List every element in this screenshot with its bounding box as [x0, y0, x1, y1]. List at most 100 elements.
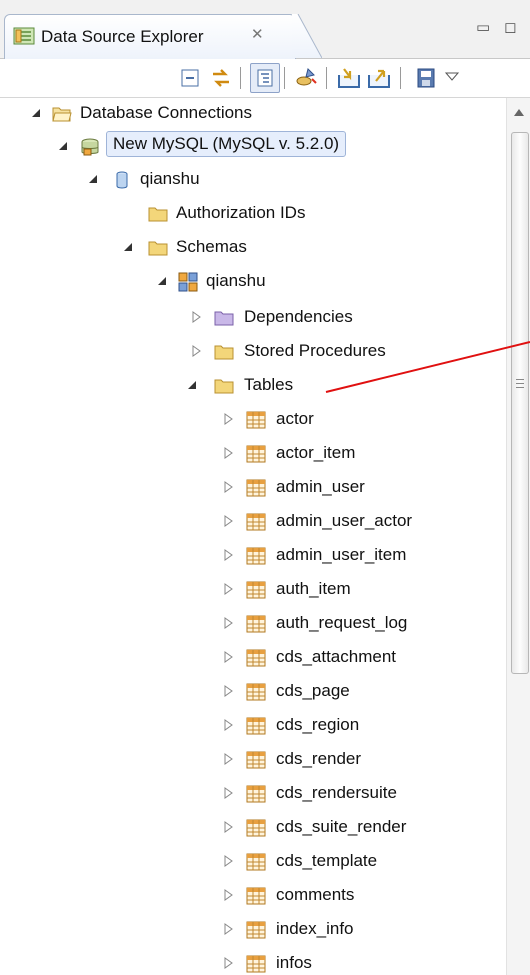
collapsed-arrow-icon[interactable] [222, 481, 234, 493]
tree-node-connection[interactable]: New MySQL (MySQL v. 5.2.0) [0, 131, 505, 163]
table-icon [246, 717, 266, 735]
collapsed-arrow-icon[interactable] [222, 549, 234, 561]
vertical-scrollbar[interactable] [506, 98, 530, 975]
tree-node-stored-procedures[interactable]: Stored Procedures [0, 336, 505, 368]
table-icon [246, 411, 266, 429]
tree-label: actor_item [276, 443, 356, 462]
tree-node-table[interactable]: cds_template [0, 846, 505, 878]
collapsed-arrow-icon[interactable] [222, 753, 234, 765]
table-icon [246, 853, 266, 871]
table-icon [246, 649, 266, 667]
collapsed-arrow-icon[interactable] [222, 685, 234, 697]
expanded-arrow-icon[interactable] [186, 379, 198, 391]
tree-node-database[interactable]: qianshu [0, 164, 505, 196]
tree-node-table[interactable]: cds_suite_render [0, 812, 505, 844]
collapsed-arrow-icon[interactable] [222, 889, 234, 901]
tree-label: Database Connections [80, 103, 253, 122]
tree-label: Stored Procedures [244, 341, 386, 360]
collapsed-arrow-icon[interactable] [222, 515, 234, 527]
expanded-arrow-icon[interactable] [87, 173, 99, 185]
expanded-arrow-icon[interactable] [30, 107, 42, 119]
tree-node-table[interactable]: admin_user_actor [0, 506, 505, 538]
tree-label: actor [276, 409, 314, 428]
view-title-bar: Data Source Explorer ✕ ▭ ◻ [0, 0, 530, 59]
tree-node-table[interactable]: admin_user [0, 472, 505, 504]
toolbar-separator [400, 67, 401, 89]
collapsed-arrow-icon[interactable] [222, 787, 234, 799]
view-menu-icon[interactable] [442, 65, 462, 91]
scrollbar-thumb[interactable] [511, 132, 529, 674]
toolbar-separator [284, 67, 285, 89]
import-icon[interactable] [336, 65, 362, 91]
collapsed-arrow-icon[interactable] [222, 651, 234, 663]
tree-node-table[interactable]: admin_user_item [0, 540, 505, 572]
collapsed-arrow-icon[interactable] [222, 617, 234, 629]
tree-node-authorization-ids[interactable]: Authorization IDs [0, 198, 505, 230]
collapsed-arrow-icon[interactable] [222, 855, 234, 867]
tree-node-table[interactable]: cds_page [0, 676, 505, 708]
data-source-explorer-tab[interactable]: Data Source Explorer ✕ [4, 14, 296, 59]
tree-node-table[interactable]: actor [0, 404, 505, 436]
tree-node-schemas[interactable]: Schemas [0, 232, 505, 264]
minimize-icon[interactable]: ▭ [476, 18, 490, 36]
tree-label: Authorization IDs [176, 203, 306, 222]
tree-label: cds_suite_render [276, 817, 407, 836]
new-connection-profile-icon[interactable] [294, 65, 320, 91]
tree-node-table[interactable]: comments [0, 880, 505, 912]
expanded-arrow-icon[interactable] [57, 140, 69, 152]
tree-node-table[interactable]: cds_rendersuite [0, 778, 505, 810]
tree-node-table[interactable]: index_info [0, 914, 505, 946]
collapsed-arrow-icon[interactable] [190, 345, 202, 357]
tree-node-table[interactable]: cds_attachment [0, 642, 505, 674]
database-connection-icon [81, 138, 99, 156]
tree-label: Dependencies [244, 307, 353, 326]
close-icon[interactable]: ✕ [251, 25, 264, 43]
tree-label: admin_user_item [276, 545, 407, 564]
collapsed-arrow-icon[interactable] [222, 821, 234, 833]
scroll-up-icon[interactable] [513, 108, 525, 118]
table-icon [246, 581, 266, 599]
schema-icon [178, 272, 198, 292]
collapsed-arrow-icon[interactable] [222, 413, 234, 425]
collapsed-arrow-icon[interactable] [222, 719, 234, 731]
tree-node-dependencies[interactable]: Dependencies [0, 302, 505, 334]
tree-node-database-connections[interactable]: Database Connections [0, 98, 505, 130]
table-icon [246, 785, 266, 803]
scrollbar-grip [516, 379, 524, 380]
collapsed-arrow-icon[interactable] [222, 447, 234, 459]
tree-node-tables[interactable]: Tables [0, 370, 505, 402]
maximize-icon[interactable]: ◻ [504, 18, 516, 36]
link-with-editor-icon[interactable] [208, 65, 234, 91]
data-source-tree[interactable]: Database Connections New MySQL (MySQL v.… [0, 98, 505, 975]
tab-edge-line [297, 14, 322, 58]
export-icon[interactable] [366, 65, 392, 91]
tree-label: admin_user [276, 477, 365, 496]
tree-node-table[interactable]: cds_render [0, 744, 505, 776]
tree-label: cds_render [276, 749, 362, 768]
tree-label: cds_template [276, 851, 378, 870]
collapsed-arrow-icon[interactable] [222, 957, 234, 969]
collapse-all-icon[interactable] [178, 65, 204, 91]
tree-node-table[interactable]: infos [0, 948, 505, 975]
tree-node-table[interactable]: cds_region [0, 710, 505, 742]
tree-label: index_info [276, 919, 354, 938]
view-toolbar [0, 59, 530, 98]
tree-node-table[interactable]: actor_item [0, 438, 505, 470]
collapsed-arrow-icon[interactable] [190, 311, 202, 323]
tree-node-schema[interactable]: qianshu [0, 266, 505, 298]
save-icon[interactable] [414, 65, 440, 91]
table-icon [246, 615, 266, 633]
tree-node-table[interactable]: auth_request_log [0, 608, 505, 640]
tree-label: Tables [244, 375, 294, 394]
expanded-arrow-icon[interactable] [156, 275, 168, 287]
table-icon [246, 683, 266, 701]
table-icon [246, 887, 266, 905]
show-tree-icon[interactable] [250, 63, 280, 93]
folder-icon [148, 241, 168, 256]
tree-label: qianshu [140, 169, 200, 188]
collapsed-arrow-icon[interactable] [222, 923, 234, 935]
scrollbar-grip [516, 387, 524, 388]
collapsed-arrow-icon[interactable] [222, 583, 234, 595]
expanded-arrow-icon[interactable] [122, 241, 134, 253]
tree-node-table[interactable]: auth_item [0, 574, 505, 606]
